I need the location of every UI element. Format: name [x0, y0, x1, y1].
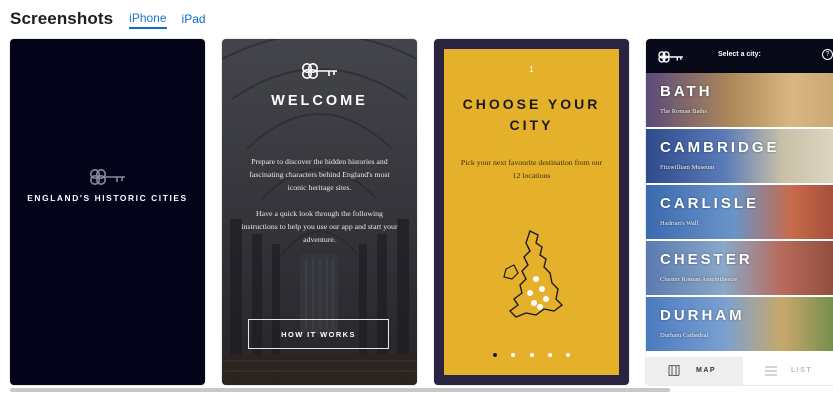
horizontal-scrollbar[interactable] — [10, 388, 670, 392]
map-view-label: MAP — [696, 367, 717, 374]
tab-iphone[interactable]: iPhone — [129, 11, 167, 29]
page-dot[interactable] — [511, 353, 516, 357]
city-landmark: Chester Roman Amphitheatre — [660, 276, 738, 283]
app-brand-name: ENGLAND'S HISTORIC CITIES — [27, 193, 188, 203]
city-illustration — [646, 73, 833, 127]
city-row-chester[interactable]: CHESTER Chester Roman Amphitheatre — [646, 241, 833, 297]
heading-line-1: CHOOSE YOUR — [462, 96, 601, 112]
city-row-bath[interactable]: BATH The Roman Baths — [646, 73, 833, 129]
city-row-durham[interactable]: DURHAM Durham Cathedral — [646, 297, 833, 353]
view-toggle-bar: MAP LIST — [646, 357, 833, 385]
heading-line-2: CITY — [509, 117, 554, 133]
welcome-heading: WELCOME — [271, 93, 368, 109]
city-select-bar: Select a city: ? — [646, 39, 833, 73]
screenshot-1[interactable]: ENGLAND'S HISTORIC CITIES — [10, 39, 205, 385]
select-city-label: Select a city: — [718, 51, 761, 58]
welcome-paragraph-2: Have a quick look through the following … — [241, 209, 398, 244]
city-illustration — [646, 241, 833, 295]
list-icon — [765, 366, 777, 376]
map-view-button[interactable]: MAP — [646, 357, 743, 385]
city-landmark: The Roman Baths — [660, 108, 707, 115]
uk-map-icon — [503, 230, 564, 318]
page-dot[interactable] — [566, 353, 571, 357]
city-row-carlisle[interactable]: CARLISLE Hadrian's Wall — [646, 185, 833, 241]
city-name: BATH — [660, 83, 713, 100]
key-icon — [90, 169, 125, 185]
city-name: CARLISLE — [660, 195, 759, 212]
help-icon[interactable]: ? — [822, 49, 833, 60]
city-name: DURHAM — [660, 307, 745, 324]
list-view-label: LIST — [791, 367, 813, 374]
city-landmark: Fitzwilliam Museum — [660, 164, 715, 171]
section-title: Screenshots — [10, 9, 114, 28]
city-name: CAMBRIDGE — [660, 139, 780, 156]
list-view-button[interactable]: LIST — [743, 357, 833, 385]
page-dot[interactable] — [492, 353, 497, 357]
city-landmark: Durham Cathedral — [660, 332, 709, 339]
choose-city-description: Pick your next favourite destination fro… — [460, 158, 603, 180]
page-dot[interactable] — [547, 353, 552, 357]
key-icon — [658, 51, 683, 63]
city-illustration — [646, 129, 833, 183]
city-name: CHESTER — [660, 251, 753, 268]
page-indicator — [444, 344, 619, 362]
how-it-works-button[interactable]: HOW IT WORKS — [248, 319, 389, 349]
map-icon — [668, 365, 680, 376]
page-dot[interactable] — [529, 353, 534, 357]
welcome-paragraph-1: Prepare to discover the hidden histories… — [249, 157, 390, 192]
screenshot-4[interactable]: Select a city: ? BATH The Roman Baths CA… — [646, 39, 833, 385]
step-number: 1 — [529, 65, 534, 74]
city-illustration — [646, 185, 833, 239]
city-row-cambridge[interactable]: CAMBRIDGE Fitzwilliam Museum — [646, 129, 833, 185]
choose-city-heading: CHOOSE YOUR CITY — [444, 94, 619, 136]
city-illustration — [646, 297, 833, 351]
screenshot-strip: ENGLAND'S HISTORIC CITIES WELCOME Prepar… — [10, 39, 833, 385]
choose-city-panel: 1 CHOOSE YOUR CITY Pick your next favour… — [444, 49, 619, 375]
screenshot-3[interactable]: 1 CHOOSE YOUR CITY Pick your next favour… — [434, 39, 629, 385]
key-icon — [302, 63, 337, 79]
screenshot-2[interactable]: WELCOME Prepare to discover the hidden h… — [222, 39, 417, 385]
section-header: Screenshots iPhone iPad — [10, 6, 221, 32]
city-landmark: Hadrian's Wall — [660, 220, 699, 227]
tab-ipad[interactable]: iPad — [182, 12, 206, 28]
